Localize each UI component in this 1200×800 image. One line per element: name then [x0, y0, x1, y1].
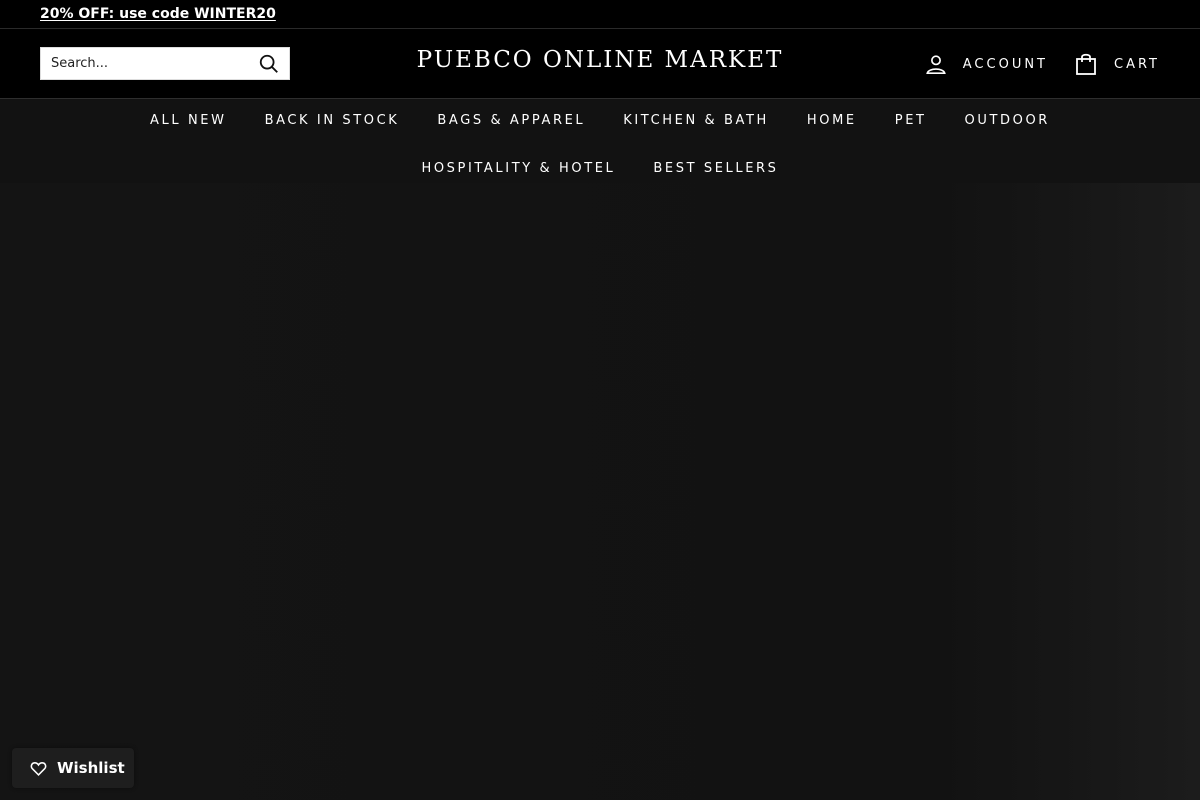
nav-item-hospitality-hotel[interactable]: HOSPITALITY & HOTEL — [402, 159, 634, 183]
wishlist-label: Wishlist — [57, 759, 125, 777]
announcement-bar: 20% OFF: use code WINTER20 — [0, 0, 1200, 29]
page: 20% OFF: use code WINTER20 PUEBCO ONLINE… — [0, 0, 1200, 800]
nav-item-pet[interactable]: PET — [876, 111, 946, 135]
header-actions: ACCOUNT CART — [925, 29, 1160, 99]
nav-row-1: ALL NEW BACK IN STOCK BAGS & APPAREL KIT… — [0, 111, 1200, 135]
nav-item-outdoor[interactable]: OUTDOOR — [946, 111, 1069, 135]
nav-item-all-new[interactable]: ALL NEW — [131, 111, 246, 135]
cart-label: CART — [1114, 56, 1160, 72]
nav-item-home[interactable]: HOME — [788, 111, 876, 135]
shopping-bag-icon — [1076, 53, 1096, 75]
site-header: PUEBCO ONLINE MARKET ACCOUNT CART — [0, 29, 1200, 99]
user-icon — [925, 55, 946, 74]
announcement-link[interactable]: 20% OFF: use code WINTER20 — [40, 6, 276, 22]
main-navigation: ALL NEW BACK IN STOCK BAGS & APPAREL KIT… — [0, 99, 1200, 183]
account-label: ACCOUNT — [962, 56, 1048, 72]
wishlist-button[interactable]: Wishlist — [12, 748, 134, 788]
cart-link[interactable]: CART — [1074, 52, 1160, 76]
nav-item-bags-apparel[interactable]: BAGS & APPAREL — [418, 111, 604, 135]
nav-item-back-in-stock[interactable]: BACK IN STOCK — [246, 111, 419, 135]
heart-icon — [30, 761, 47, 776]
nav-item-kitchen-bath[interactable]: KITCHEN & BATH — [604, 111, 788, 135]
account-link[interactable]: ACCOUNT — [925, 53, 1048, 75]
nav-row-2: HOSPITALITY & HOTEL BEST SELLERS — [0, 159, 1200, 183]
nav-item-best-sellers[interactable]: BEST SELLERS — [634, 159, 797, 183]
